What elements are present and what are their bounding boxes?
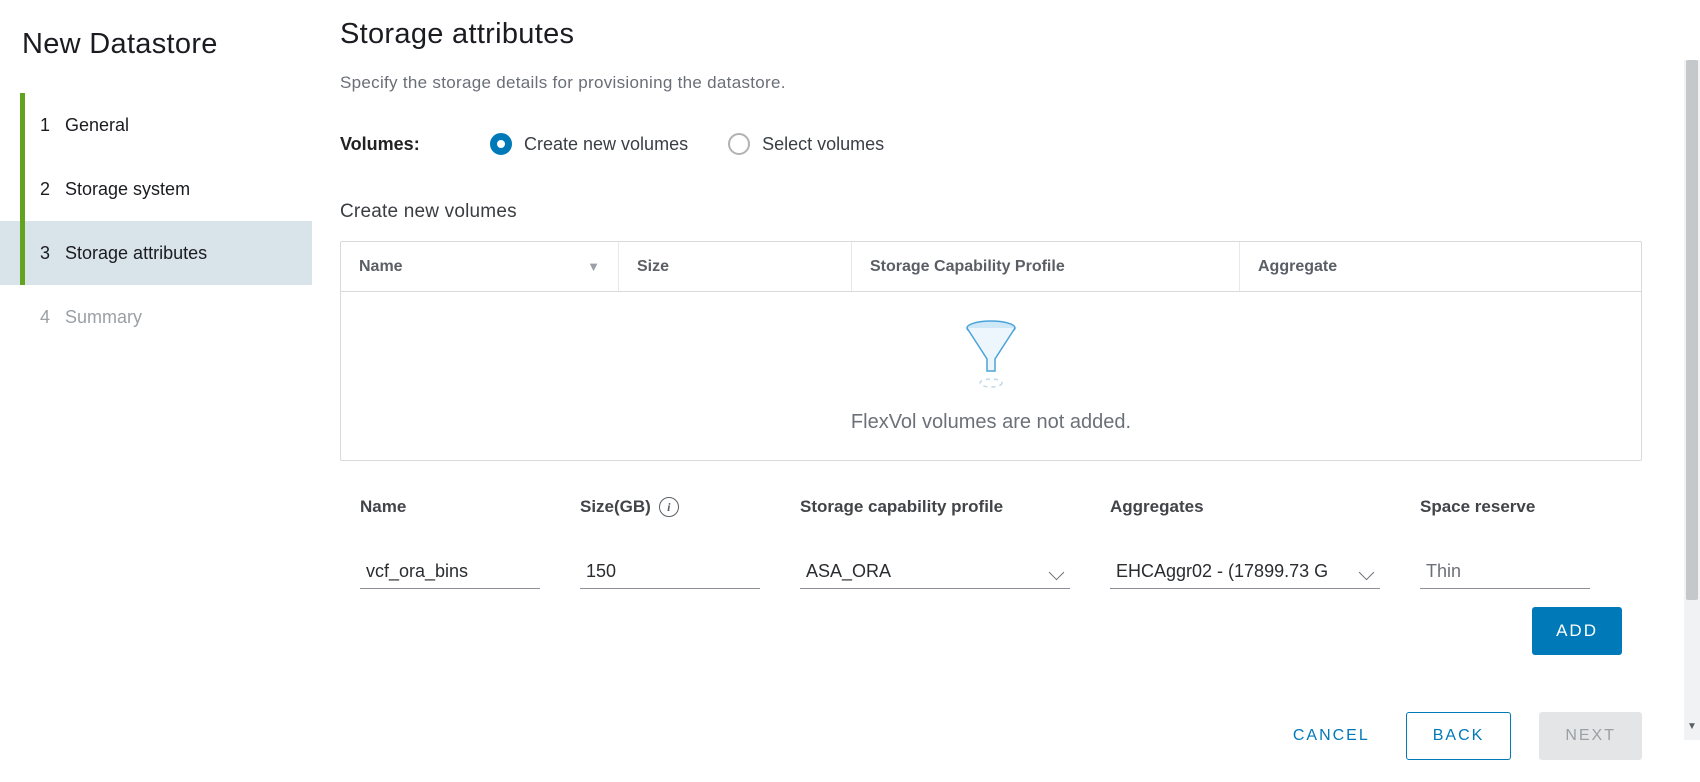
volumes-table: Name ▼ Size Storage Capability Profile A… — [340, 241, 1642, 461]
wizard-title: New Datastore — [0, 18, 312, 93]
step-storage-system[interactable]: 2 Storage system — [0, 157, 312, 221]
step-summary: 4 Summary — [0, 285, 312, 349]
page-title: Storage attributes — [340, 14, 1642, 51]
field-label-text: Size(GB) — [580, 497, 651, 517]
scp-select[interactable] — [800, 557, 1070, 589]
new-volume-form: Name Size(GB) i Storage capability profi… — [340, 497, 1642, 589]
step-number: 3 — [40, 243, 60, 264]
radio-icon — [490, 133, 512, 155]
field-size: Size(GB) i — [580, 497, 760, 589]
cancel-button[interactable]: CANCEL — [1285, 717, 1378, 755]
space-reserve-value — [1420, 557, 1590, 589]
volumes-selector: Volumes: Create new volumes Select volum… — [340, 133, 1642, 155]
back-button[interactable]: BACK — [1406, 712, 1512, 760]
radio-label: Create new volumes — [524, 134, 688, 155]
next-button: NEXT — [1539, 712, 1642, 760]
step-label: General — [65, 115, 129, 136]
wizard-footer: CANCEL BACK NEXT — [1285, 712, 1642, 760]
step-label: Storage attributes — [65, 243, 207, 264]
step-label: Storage system — [65, 179, 190, 200]
scroll-down-icon[interactable]: ▼ — [1684, 721, 1700, 732]
field-aggregates: Aggregates — [1110, 497, 1380, 589]
step-number: 4 — [40, 307, 60, 328]
size-input[interactable] — [580, 557, 760, 589]
column-header-label: Name — [359, 258, 403, 276]
column-header-size[interactable]: Size — [619, 242, 852, 291]
column-header-label: Aggregate — [1258, 258, 1337, 276]
filter-icon[interactable]: ▼ — [587, 259, 600, 274]
name-input[interactable] — [360, 557, 540, 589]
radio-select-volumes[interactable]: Select volumes — [728, 133, 884, 155]
radio-create-new-volumes[interactable]: Create new volumes — [490, 133, 688, 155]
empty-state-text: FlexVol volumes are not added. — [851, 411, 1131, 434]
field-label-aggregates: Aggregates — [1110, 497, 1380, 517]
table-body-empty: FlexVol volumes are not added. — [341, 292, 1641, 460]
wizard-content: Storage attributes Specify the storage d… — [312, 0, 1700, 782]
wizard-sidebar: New Datastore 1 General 2 Storage system… — [0, 0, 312, 782]
step-number: 2 — [40, 179, 60, 200]
volumes-label: Volumes: — [340, 134, 450, 155]
page-subtitle: Specify the storage details for provisio… — [340, 73, 1642, 93]
column-header-aggregate[interactable]: Aggregate — [1240, 242, 1641, 291]
field-label-scp: Storage capability profile — [800, 497, 1070, 517]
table-header-row: Name ▼ Size Storage Capability Profile A… — [341, 242, 1641, 292]
step-storage-attributes[interactable]: 3 Storage attributes — [0, 221, 312, 285]
column-header-label: Size — [637, 258, 669, 276]
aggregates-select-value[interactable] — [1110, 557, 1380, 589]
field-name: Name — [360, 497, 540, 589]
field-label-name: Name — [360, 497, 540, 517]
step-general[interactable]: 1 General — [0, 93, 312, 157]
scrollbar-thumb[interactable] — [1686, 60, 1698, 600]
funnel-icon — [965, 319, 1017, 389]
field-label-space-reserve: Space reserve — [1420, 497, 1590, 517]
step-label: Summary — [65, 307, 142, 328]
add-button[interactable]: ADD — [1532, 607, 1622, 655]
wizard-dialog: New Datastore 1 General 2 Storage system… — [0, 0, 1700, 782]
column-header-name[interactable]: Name ▼ — [341, 242, 619, 291]
step-list: 1 General 2 Storage system 3 Storage att… — [0, 93, 312, 349]
info-icon[interactable]: i — [659, 497, 679, 517]
step-number: 1 — [40, 115, 60, 136]
aggregates-select[interactable] — [1110, 557, 1380, 589]
scp-select-value[interactable] — [800, 557, 1070, 589]
column-header-scp[interactable]: Storage Capability Profile — [852, 242, 1240, 291]
vertical-scrollbar[interactable]: ▼ — [1684, 60, 1700, 740]
field-space-reserve: Space reserve — [1420, 497, 1590, 589]
field-scp: Storage capability profile — [800, 497, 1070, 589]
field-label-size: Size(GB) i — [580, 497, 760, 517]
radio-label: Select volumes — [762, 134, 884, 155]
section-create-new-volumes-label: Create new volumes — [340, 201, 1642, 223]
radio-icon — [728, 133, 750, 155]
column-header-label: Storage Capability Profile — [870, 258, 1065, 276]
